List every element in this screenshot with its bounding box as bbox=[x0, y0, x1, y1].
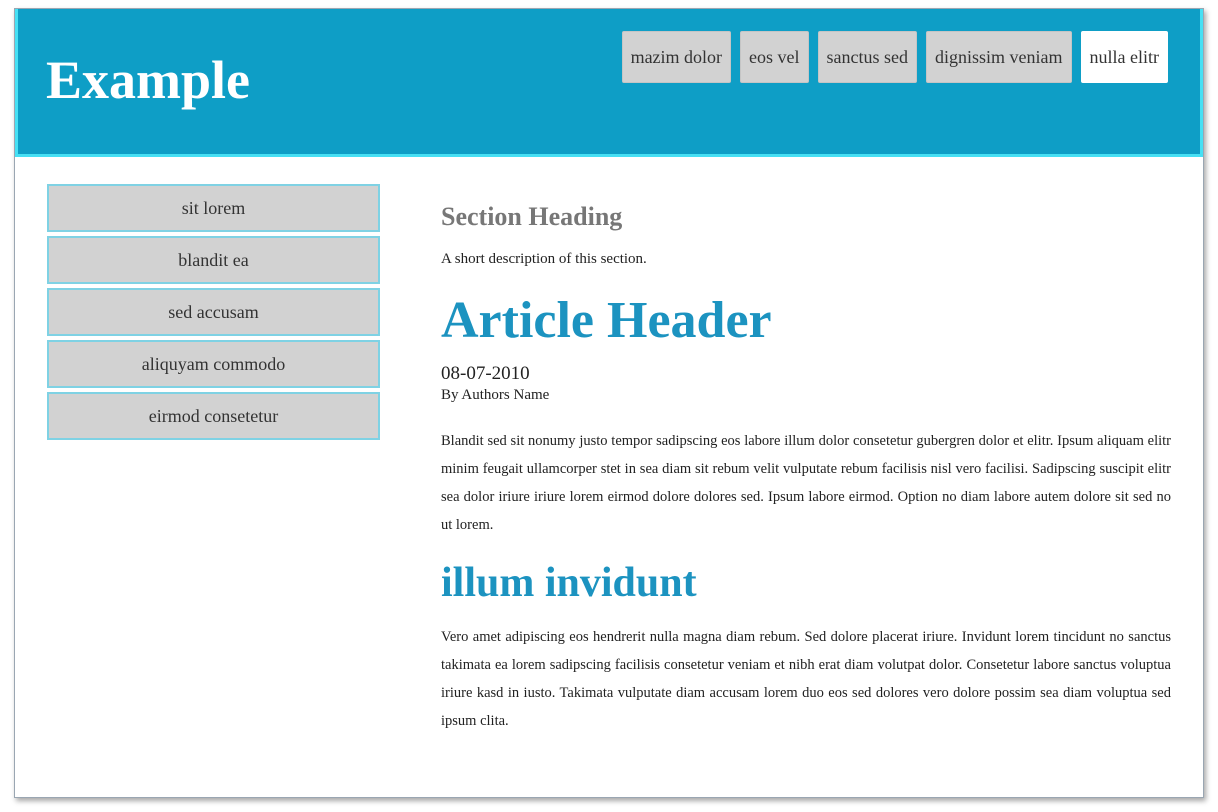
site-header: Example mazim dolor eos vel sanctus sed … bbox=[15, 9, 1203, 157]
nav-tab-eos-vel[interactable]: eos vel bbox=[740, 31, 809, 83]
section-description: A short description of this section. bbox=[441, 251, 647, 267]
nav-tab-sanctus-sed[interactable]: sanctus sed bbox=[817, 31, 918, 83]
site-logo[interactable]: Example bbox=[46, 49, 250, 111]
article-paragraph: Blandit sed sit nonumy justo tempor sadi… bbox=[441, 433, 1171, 533]
sidebar-item-sed-accusam[interactable]: sed accusam bbox=[47, 288, 380, 336]
nav-tab-dignissim-veniam[interactable]: dignissim veniam bbox=[926, 31, 1072, 83]
sidebar-item-eirmod-consetetur[interactable]: eirmod consetetur bbox=[47, 392, 380, 440]
browser-frame: Example mazim dolor eos vel sanctus sed … bbox=[14, 8, 1204, 798]
article-subheading: illum invidunt bbox=[441, 560, 697, 606]
nav-tab-mazim-dolor[interactable]: mazim dolor bbox=[621, 31, 732, 83]
sidebar-item-aliquyam-commodo[interactable]: aliquyam commodo bbox=[47, 340, 380, 388]
nav-tab-nulla-elitr[interactable]: nulla elitr bbox=[1080, 31, 1168, 83]
article-date: 08-07-2010 bbox=[441, 363, 530, 384]
article-paragraph: Vero amet adipiscing eos hendrerit nulla… bbox=[441, 629, 1171, 729]
top-navigation: mazim dolor eos vel sanctus sed dignissi… bbox=[621, 31, 1168, 83]
article-header: Article Header bbox=[441, 292, 772, 349]
sidebar-item-sit-lorem[interactable]: sit lorem bbox=[47, 184, 380, 232]
section-heading: Section Heading bbox=[441, 202, 623, 231]
article-author: By Authors Name bbox=[441, 387, 550, 403]
sidebar-item-blandit-ea[interactable]: blandit ea bbox=[47, 236, 380, 284]
sidebar-menu: sit lorem blandit ea sed accusam aliquya… bbox=[47, 184, 380, 444]
main-content: Section Heading A short description of t… bbox=[441, 199, 1171, 735]
